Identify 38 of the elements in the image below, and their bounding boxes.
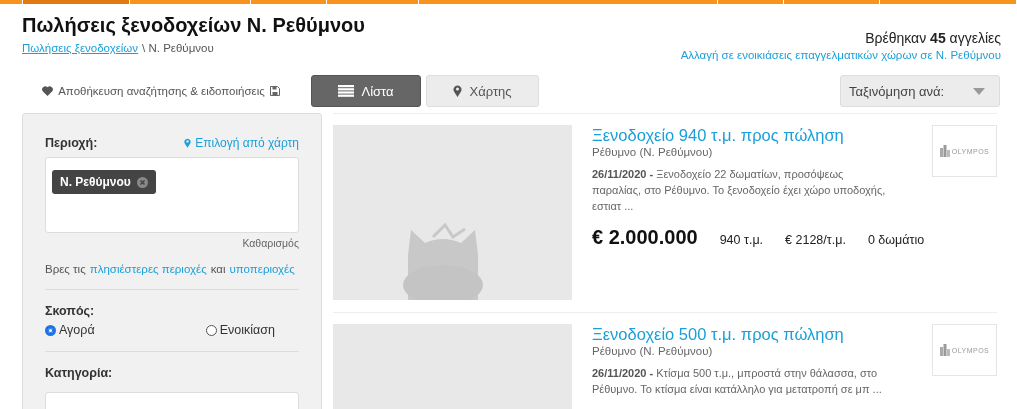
radio-label: Αγορά — [59, 323, 95, 337]
purpose-label: Σκοπός: — [45, 304, 96, 318]
radio-button[interactable] — [205, 324, 217, 336]
remove-icon[interactable] — [136, 176, 148, 188]
breadcrumb-link[interactable]: Πωλήσεις ξενοδοχείων — [22, 42, 139, 54]
listing-price: € 2.000.000 — [592, 226, 698, 249]
caret-icon — [973, 87, 985, 95]
pin-icon — [453, 85, 463, 97]
breadcrumb-current: \ Ν. Ρεθύμνου — [142, 42, 214, 54]
region-label: Περιοχή: — [45, 136, 98, 150]
list-icon — [338, 85, 355, 97]
region-chip[interactable]: Ν. Ρεθύμνου — [52, 170, 156, 194]
listing-location: Ρέθυμνο (Ν. Ρεθύμνου) — [592, 345, 714, 357]
listing-fact: 940 τ.μ. — [719, 233, 764, 247]
save-search-link[interactable]: Αποθήκευση αναζήτησης & ειδοποιήσεις — [58, 85, 265, 97]
save-icon — [269, 86, 280, 96]
view-tab[interactable]: Χάρτης — [426, 75, 539, 107]
listing-fact: 0 δωμάτιο — [867, 233, 925, 247]
view-tab[interactable]: Λίστα — [311, 75, 421, 107]
radio-label: Ενοικίαση — [219, 323, 275, 337]
switch-link[interactable]: Αλλαγή σε ενοικιάσεις επαγγελματικών χώρων σε Ν. Ρεθύμνου — [680, 49, 1001, 61]
listing-description: 26/11/2020 - Ξενοδοχείο 22 δωματίων, προσόψεως παραλίας, στο Ρέθυμνο. Το ξενοδοχείο έχει χώρο υποδοχής, εστιατ ... — [592, 167, 887, 214]
region-field[interactable]: Ν. Ρεθύμνου — [45, 157, 299, 233]
nearby-text: Βρες τις — [45, 263, 86, 275]
page-title: Πωλήσεις ξενοδοχείων Ν. Ρεθύμνου — [22, 13, 365, 38]
sort-dropdown[interactable]: Ταξινόμηση ανά: — [840, 75, 1000, 107]
results-count: Βρέθηκαν 45 αγγελίες — [865, 30, 1001, 46]
heart-icon — [42, 86, 54, 96]
category-label: Κατηγορία: — [45, 366, 114, 380]
listing-location: Ρέθυμνο (Ν. Ρεθύμνου) — [592, 146, 714, 158]
listing-fact: € 2128/τ.μ. — [785, 233, 846, 247]
listing-description: 26/11/2020 - Κτίσμα 500 τ.μ., μπροστά στην θάλασσα, στο Ρέθυμνο. Το κτίσμα είναι κατάλληλο για μετατροπή σε μπ ... — [592, 366, 883, 397]
nearby-text: και — [210, 263, 226, 275]
listing-title[interactable]: Ξενοδοχείο 500 τ.μ. προς πώληση — [592, 324, 892, 344]
radio-button[interactable] — [45, 324, 56, 336]
listing-title[interactable]: Ξενοδοχείο 940 τ.μ. προς πώληση — [592, 125, 892, 145]
pin-icon — [184, 138, 192, 148]
clear-link[interactable]: Καθαρισμός — [242, 237, 299, 249]
